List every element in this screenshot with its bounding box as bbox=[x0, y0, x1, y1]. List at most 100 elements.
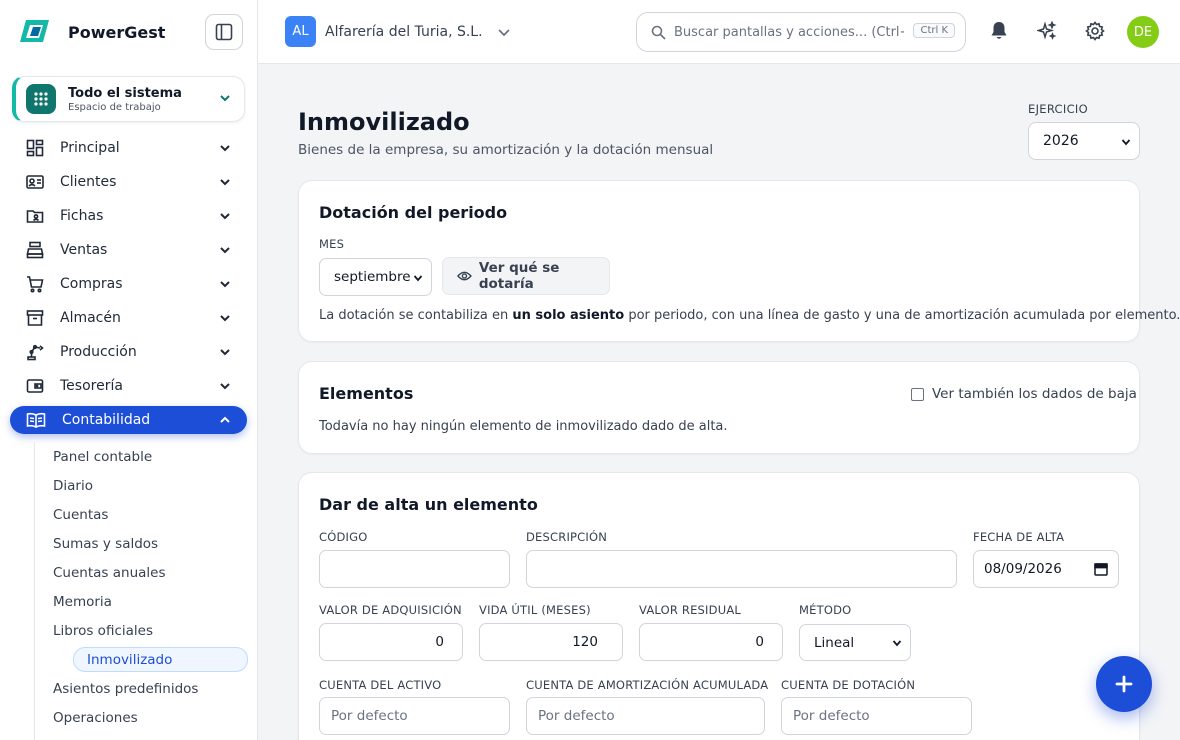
cuenta-dotacion-label: CUENTA DE DOTACIÓN bbox=[781, 678, 916, 692]
ver-bajas-label: Ver también los dados de baja bbox=[932, 386, 1137, 402]
chevron-down-icon bbox=[220, 179, 230, 186]
metodo-select[interactable]: Lineal bbox=[799, 624, 911, 661]
book-icon bbox=[26, 412, 46, 428]
mes-select[interactable]: septiembre bbox=[319, 258, 432, 296]
subnav-item-inmovilizado[interactable]: Inmovilizado bbox=[73, 647, 248, 672]
chevron-down-icon bbox=[413, 275, 423, 282]
add-fab-button[interactable] bbox=[1096, 656, 1152, 712]
company-name: Alfarería del Turia, S.L. bbox=[325, 23, 483, 40]
subnav-item-sumas-saldos[interactable]: Sumas y saldos bbox=[1, 529, 248, 558]
cart-icon bbox=[27, 276, 44, 293]
top-bar: AL Alfarería del Turia, S.L. Ctrl K DE bbox=[258, 0, 1180, 64]
ver-bajas-checkbox[interactable]: Ver también los dados de baja bbox=[911, 386, 1137, 402]
nav-item-produccion[interactable]: Producción bbox=[10, 335, 247, 369]
ejercicio-label: EJERCICIO bbox=[1028, 102, 1088, 116]
search-shortcut-badge: Ctrl K bbox=[913, 23, 955, 38]
robot-arm-icon bbox=[27, 344, 44, 361]
nav-item-clientes[interactable]: Clientes bbox=[10, 165, 247, 199]
chevron-down-icon bbox=[220, 247, 230, 254]
plus-icon bbox=[1115, 675, 1133, 693]
nav-label: Producción bbox=[60, 344, 137, 360]
valor-residual-input[interactable]: 0 bbox=[639, 623, 783, 661]
cuenta-activo-label: CUENTA DEL ACTIVO bbox=[319, 678, 442, 692]
workspace-subtitle: Espacio de trabajo bbox=[68, 101, 161, 113]
subnav-item-asientos-predefinidos[interactable]: Asientos predefinidos bbox=[1, 674, 248, 703]
nav-label: Compras bbox=[60, 276, 123, 292]
chevron-down-icon bbox=[892, 640, 902, 647]
chevron-down-icon bbox=[220, 315, 230, 322]
nav-label: Tesorería bbox=[60, 378, 123, 394]
fecha-alta-input[interactable]: 08/09/2026 bbox=[973, 550, 1119, 588]
codigo-input[interactable] bbox=[319, 550, 510, 588]
subnav-item-panel-contable[interactable]: Panel contable bbox=[1, 442, 248, 471]
nav-item-principal[interactable]: Principal bbox=[10, 131, 247, 165]
search-input[interactable] bbox=[674, 24, 904, 40]
cash-register-icon bbox=[26, 241, 44, 259]
nav-label: Fichas bbox=[60, 208, 104, 224]
folder-user-icon bbox=[26, 210, 44, 223]
sidebar-toggle-icon bbox=[215, 23, 233, 41]
ver-dotacion-label: Ver qué se dotaría bbox=[478, 260, 560, 292]
cuenta-amortizacion-input[interactable]: Por defecto bbox=[526, 697, 765, 735]
nav-item-tesoreria[interactable]: Tesorería bbox=[10, 369, 247, 403]
valor-adquisicion-input[interactable]: 0 bbox=[319, 623, 463, 661]
elementos-card: Elementos Ver también los dados de baja … bbox=[298, 361, 1140, 454]
ver-dotacion-button[interactable]: Ver qué se dotaría bbox=[442, 257, 610, 295]
powergest-logo-icon bbox=[20, 20, 49, 42]
cuenta-activo-input[interactable]: Por defecto bbox=[319, 697, 510, 735]
fecha-alta-label: FECHA DE ALTA bbox=[973, 530, 1065, 544]
bell-icon[interactable] bbox=[990, 21, 1008, 41]
subnav-item-diario[interactable]: Diario bbox=[1, 471, 248, 500]
dotacion-card: Dotación del periodo MES septiembre Ver … bbox=[298, 180, 1180, 342]
valor-adquisicion-value: 0 bbox=[435, 634, 444, 650]
fecha-alta-value: 08/09/2026 bbox=[984, 561, 1062, 577]
nav-label: Clientes bbox=[60, 174, 117, 190]
elementos-empty-message: Todavía no hay ningún elemento de inmovi… bbox=[319, 419, 728, 434]
workspace-selector[interactable]: Todo el sistema Espacio de trabajo bbox=[12, 76, 245, 122]
dashboard-icon bbox=[26, 139, 44, 157]
subnav-item-cuentas-anuales[interactable]: Cuentas anuales bbox=[1, 558, 248, 587]
search-box[interactable]: Ctrl K bbox=[636, 12, 966, 52]
brand[interactable]: PowerGest bbox=[18, 14, 165, 50]
chevron-down-icon bbox=[497, 28, 510, 36]
ejercicio-value: 2026 bbox=[1043, 133, 1079, 149]
calendar-icon[interactable] bbox=[1094, 562, 1108, 576]
contact-card-icon bbox=[26, 175, 44, 189]
descripcion-input[interactable] bbox=[526, 550, 957, 588]
subnav-item-memoria[interactable]: Memoria bbox=[1, 587, 248, 616]
cuenta-dotacion-input[interactable]: Por defecto bbox=[781, 697, 972, 735]
mes-label: MES bbox=[319, 237, 345, 251]
dotacion-note: La dotación se contabiliza en un solo as… bbox=[319, 308, 1180, 323]
chevron-down-icon bbox=[220, 383, 230, 390]
vida-util-label: VIDA ÚTIL (MESES) bbox=[479, 603, 591, 617]
gear-icon[interactable] bbox=[1085, 21, 1105, 41]
nav-label: Ventas bbox=[60, 242, 108, 258]
contabilidad-subnav: Panel contable Diario Cuentas Sumas y sa… bbox=[34, 442, 248, 740]
main-nav: Principal Clientes Fichas Ventas Compras… bbox=[10, 131, 247, 437]
nav-item-contabilidad[interactable]: Contabilidad bbox=[10, 406, 247, 434]
nav-item-fichas[interactable]: Fichas bbox=[10, 199, 247, 233]
vida-util-input[interactable]: 120 bbox=[479, 623, 623, 661]
vida-util-value: 120 bbox=[572, 634, 598, 650]
subnav-item-libros-oficiales[interactable]: Libros oficiales bbox=[1, 616, 248, 645]
user-avatar[interactable]: DE bbox=[1127, 16, 1159, 48]
company-selector[interactable]: AL Alfarería del Turia, S.L. bbox=[285, 16, 511, 47]
wallet-icon bbox=[26, 379, 44, 393]
collapse-sidebar-button[interactable] bbox=[205, 14, 243, 50]
mes-value: septiembre bbox=[334, 269, 411, 285]
nav-item-compras[interactable]: Compras bbox=[10, 267, 247, 301]
eye-icon bbox=[457, 271, 472, 281]
nav-item-ventas[interactable]: Ventas bbox=[10, 233, 247, 267]
sparkles-icon[interactable] bbox=[1037, 21, 1057, 41]
nav-item-almacen[interactable]: Almacén bbox=[10, 301, 247, 335]
nav-label: Almacén bbox=[60, 310, 121, 326]
ejercicio-select[interactable]: 2026 bbox=[1028, 122, 1140, 160]
chevron-down-icon bbox=[220, 281, 230, 288]
checkbox-box[interactable] bbox=[911, 387, 924, 401]
page-title: Inmovilizado bbox=[298, 108, 470, 136]
subnav-item-cuentas[interactable]: Cuentas bbox=[1, 500, 248, 529]
app-name: PowerGest bbox=[68, 22, 166, 42]
valor-residual-value: 0 bbox=[755, 634, 764, 650]
subnav-item-operaciones[interactable]: Operaciones bbox=[1, 703, 248, 732]
workspace-title: Todo el sistema bbox=[68, 85, 182, 101]
